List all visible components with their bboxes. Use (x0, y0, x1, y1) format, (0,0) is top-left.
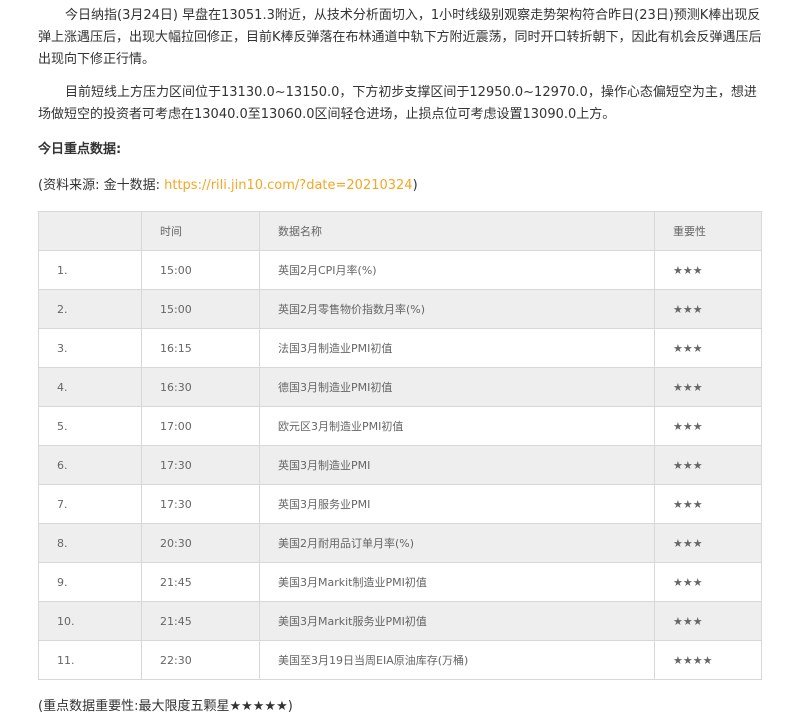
row-importance: ★★★ (654, 445, 762, 485)
row-index: 2. (38, 289, 142, 329)
table-row: 5. 17:00 欧元区3月制造业PMI初值 ★★★ (38, 406, 762, 446)
table-row: 7. 17:30 英国3月服务业PMI ★★★ (38, 484, 762, 524)
table-row: 3. 16:15 法国3月制造业PMI初值 ★★★ (38, 328, 762, 368)
row-name: 欧元区3月制造业PMI初值 (259, 406, 655, 446)
row-importance: ★★★ (654, 250, 762, 290)
table-row: 4. 16:30 德国3月制造业PMI初值 ★★★ (38, 367, 762, 407)
row-name: 法国3月制造业PMI初值 (259, 328, 655, 368)
table-row: 1. 15:00 英国2月CPI月率(%) ★★★ (38, 250, 762, 290)
row-importance: ★★★ (654, 367, 762, 407)
header-name: 数据名称 (259, 211, 655, 251)
table-row: 11. 22:30 美国至3月19日当周EIA原油库存(万桶) ★★★★ (38, 640, 762, 680)
header-time: 时间 (141, 211, 260, 251)
header-index (38, 211, 142, 251)
row-name: 美国3月Markit服务业PMI初值 (259, 601, 655, 641)
source-suffix: ) (412, 178, 418, 193)
analysis-paragraph-1: 今日纳指(3月24日) 早盘在13051.3附近，从技术分析面切入，1小时线级别… (38, 8, 762, 67)
row-time: 17:30 (141, 445, 260, 485)
row-importance: ★★★ (654, 601, 762, 641)
key-data-heading: 今日重点数据: (38, 142, 122, 157)
row-name: 美国2月耐用品订单月率(%) (259, 523, 655, 563)
row-time: 16:30 (141, 367, 260, 407)
row-importance: ★★★ (654, 289, 762, 329)
table-row: 10. 21:45 美国3月Markit服务业PMI初值 ★★★ (38, 601, 762, 641)
row-importance: ★★★★ (654, 640, 762, 680)
row-importance: ★★★ (654, 562, 762, 602)
row-index: 10. (38, 601, 142, 641)
table-header-row: 时间 数据名称 重要性 (38, 211, 762, 251)
row-importance: ★★★ (654, 328, 762, 368)
source-line: (资料来源: 金十数据: https://rili.jin10.com/?dat… (38, 176, 418, 196)
row-time: 17:30 (141, 484, 260, 524)
row-index: 11. (38, 640, 142, 680)
row-importance: ★★★ (654, 484, 762, 524)
row-time: 21:45 (141, 601, 260, 641)
analysis-paragraph-2: 目前短线上方压力区间位于13130.0~13150.0，下方初步支撑区间于129… (38, 85, 757, 122)
table-row: 9. 21:45 美国3月Markit制造业PMI初值 ★★★ (38, 562, 762, 602)
row-time: 22:30 (141, 640, 260, 680)
table-row: 8. 20:30 美国2月耐用品订单月率(%) ★★★ (38, 523, 762, 563)
row-index: 9. (38, 562, 142, 602)
row-importance: ★★★ (654, 523, 762, 563)
row-time: 17:00 (141, 406, 260, 446)
importance-note: (重点数据重要性:最大限度五颗星★★★★★) (38, 699, 293, 714)
row-index: 7. (38, 484, 142, 524)
row-time: 15:00 (141, 250, 260, 290)
row-index: 1. (38, 250, 142, 290)
row-name: 美国3月Markit制造业PMI初值 (259, 562, 655, 602)
row-name: 德国3月制造业PMI初值 (259, 367, 655, 407)
row-name: 英国2月零售物价指数月率(%) (259, 289, 655, 329)
row-name: 英国3月服务业PMI (259, 484, 655, 524)
row-index: 4. (38, 367, 142, 407)
row-index: 8. (38, 523, 142, 563)
row-index: 6. (38, 445, 142, 485)
row-name: 美国至3月19日当周EIA原油库存(万桶) (259, 640, 655, 680)
row-time: 20:30 (141, 523, 260, 563)
header-importance: 重要性 (654, 211, 762, 251)
row-index: 3. (38, 328, 142, 368)
table-row: 2. 15:00 英国2月零售物价指数月率(%) ★★★ (38, 289, 762, 329)
row-importance: ★★★ (654, 406, 762, 446)
table-row: 6. 17:30 英国3月制造业PMI ★★★ (38, 445, 762, 485)
row-name: 英国2月CPI月率(%) (259, 250, 655, 290)
row-name: 英国3月制造业PMI (259, 445, 655, 485)
row-index: 5. (38, 406, 142, 446)
source-prefix: (资料来源: 金十数据: (38, 178, 165, 193)
row-time: 21:45 (141, 562, 260, 602)
row-time: 15:00 (141, 289, 260, 329)
source-link[interactable]: https://rili.jin10.com/?date=20210324 (164, 178, 412, 193)
economic-data-table: 时间 数据名称 重要性 1. 15:00 英国2月CPI月率(%) ★★★ 2. 15:0… (38, 211, 762, 680)
row-time: 16:15 (141, 328, 260, 368)
